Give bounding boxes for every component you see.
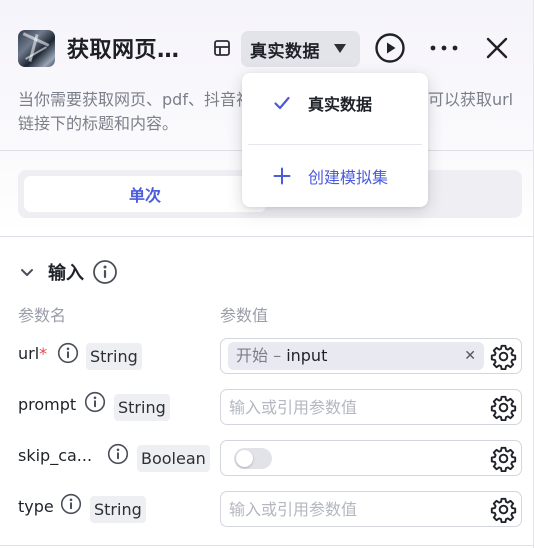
panel-title: 获取网页… bbox=[67, 38, 180, 63]
section-title: 输入 bbox=[48, 263, 84, 284]
menu-divider bbox=[248, 144, 422, 145]
menu-item-label: 真实数据 bbox=[308, 95, 373, 114]
data-mode-menu: 真实数据 创建模拟集 bbox=[242, 73, 428, 207]
required-marker: * bbox=[39, 344, 48, 363]
type-badge: Boolean bbox=[137, 445, 210, 472]
param-name: type bbox=[18, 497, 54, 516]
more-icon[interactable] bbox=[427, 36, 461, 60]
info-icon[interactable] bbox=[84, 391, 106, 413]
gear-icon[interactable] bbox=[490, 394, 517, 421]
gear-icon[interactable] bbox=[490, 343, 517, 370]
info-icon[interactable] bbox=[107, 443, 129, 465]
check-icon bbox=[274, 96, 290, 110]
tab-single[interactable]: 单次 bbox=[24, 176, 266, 212]
ref-separator: – bbox=[268, 346, 287, 365]
node-config-panel: 获取网页… 真实数据 当你需要获取网页、pdf、抖音视频内容时，使用此工具。可以… bbox=[0, 0, 534, 548]
plus-icon bbox=[273, 167, 291, 185]
ref-field: input bbox=[286, 346, 328, 365]
chevron-down-icon bbox=[334, 44, 346, 53]
dataset-icon[interactable] bbox=[212, 38, 232, 58]
param-row-url: url* String 开始 – input ✕ bbox=[0, 338, 533, 374]
param-name: prompt bbox=[18, 395, 77, 414]
data-mode-label: 真实数据 bbox=[250, 41, 320, 62]
ref-source: 开始 bbox=[236, 346, 269, 365]
info-icon[interactable] bbox=[92, 259, 118, 285]
toggle-knob bbox=[236, 450, 253, 467]
param-name: skip_ca... bbox=[18, 446, 93, 465]
run-icon[interactable] bbox=[374, 32, 406, 64]
column-header-name: 参数名 bbox=[18, 306, 67, 325]
type-badge: String bbox=[90, 496, 146, 523]
info-icon[interactable] bbox=[57, 342, 79, 364]
gear-icon[interactable] bbox=[490, 496, 517, 523]
menu-item-create-mock-set[interactable]: 创建模拟集 bbox=[242, 156, 428, 196]
close-icon[interactable] bbox=[485, 36, 509, 60]
divider bbox=[0, 236, 533, 237]
menu-item-label: 创建模拟集 bbox=[308, 168, 389, 187]
gear-icon[interactable] bbox=[490, 445, 517, 472]
app-logo-icon bbox=[18, 30, 55, 67]
type-badge: String bbox=[86, 343, 142, 370]
info-icon[interactable] bbox=[60, 493, 82, 515]
menu-item-real-data[interactable]: 真实数据 bbox=[242, 83, 428, 123]
reference-chip[interactable]: 开始 – input ✕ bbox=[228, 342, 484, 370]
type-value-input[interactable] bbox=[220, 491, 522, 527]
chevron-down-icon bbox=[21, 269, 33, 276]
param-row-skip: skip_ca... Boolean bbox=[0, 440, 533, 476]
divider bbox=[0, 545, 533, 546]
input-section-header[interactable]: 输入 bbox=[18, 258, 118, 286]
column-header-value: 参数值 bbox=[220, 306, 269, 325]
param-name: url* bbox=[18, 344, 48, 363]
data-mode-dropdown[interactable]: 真实数据 bbox=[241, 31, 360, 67]
param-row-type: type String bbox=[0, 491, 533, 527]
boolean-toggle[interactable] bbox=[234, 448, 272, 469]
remove-reference-icon[interactable]: ✕ bbox=[464, 342, 476, 370]
type-badge: String bbox=[114, 394, 170, 421]
param-row-prompt: prompt String bbox=[0, 389, 533, 425]
prompt-value-input[interactable] bbox=[220, 389, 522, 425]
